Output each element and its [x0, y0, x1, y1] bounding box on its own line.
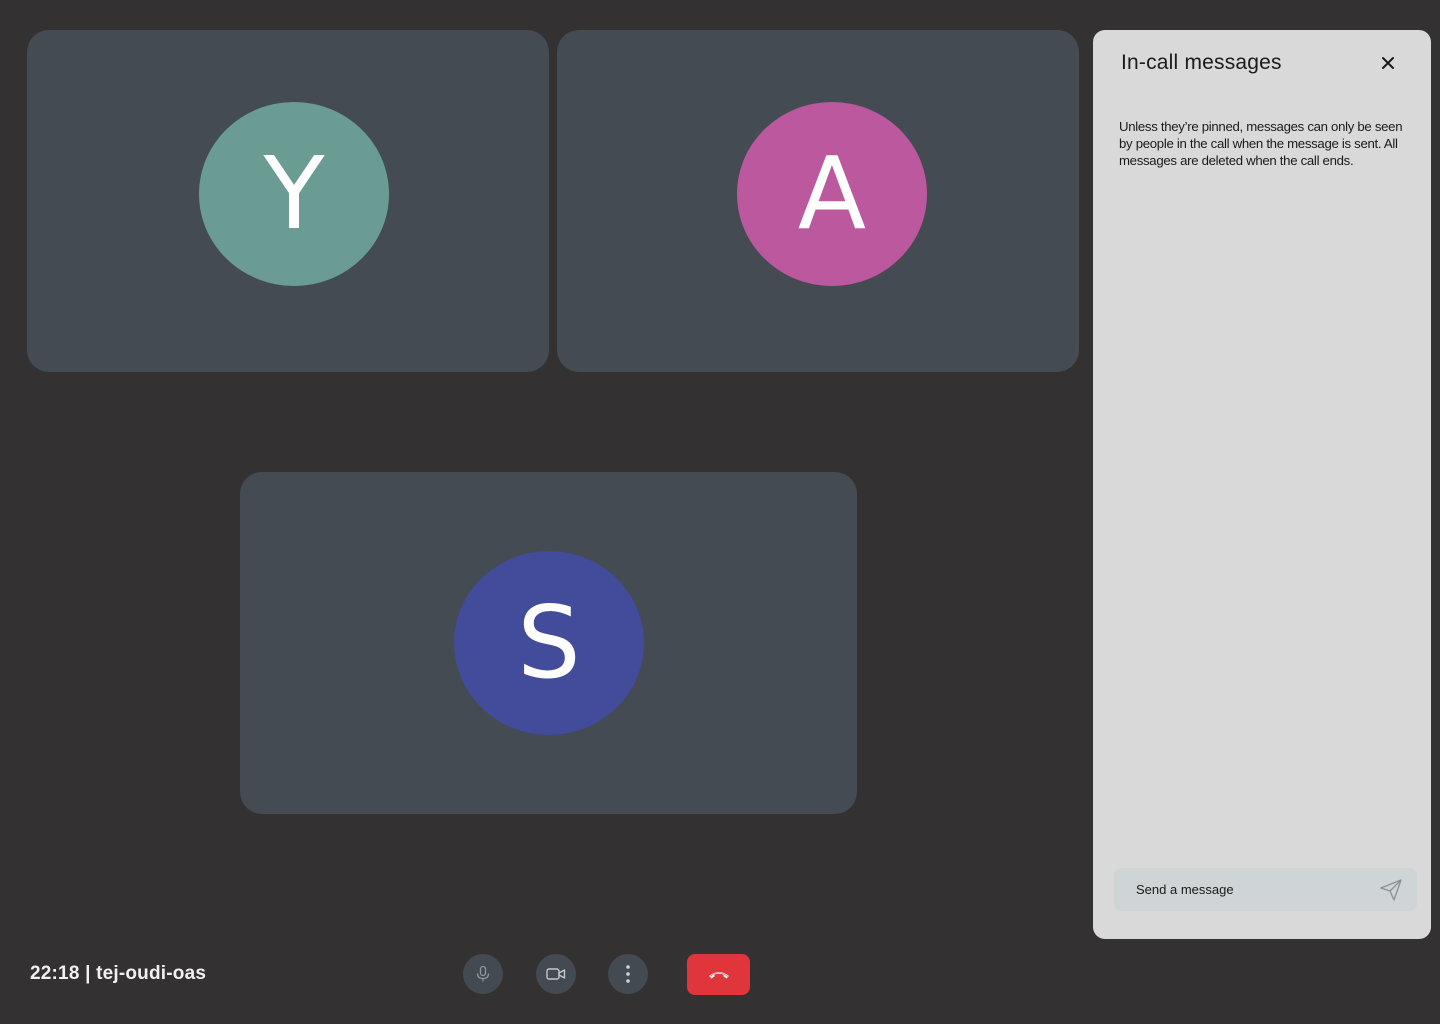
send-icon	[1380, 879, 1402, 901]
avatar-initial: A	[797, 135, 867, 252]
camera-button[interactable]	[536, 954, 576, 994]
participant-avatar-s: S	[454, 551, 644, 735]
participant-avatar-y: Y	[199, 102, 389, 286]
send-button[interactable]	[1378, 877, 1404, 903]
mic-icon	[476, 965, 490, 982]
message-input[interactable]	[1114, 868, 1386, 911]
message-composer	[1114, 868, 1417, 911]
more-options-button[interactable]	[608, 954, 648, 994]
participant-tile-y[interactable]: Y	[27, 30, 549, 372]
avatar-initial: Y	[263, 135, 325, 252]
meeting-time-and-code: 22:18 | tej-oudi-oas	[30, 963, 207, 984]
meeting-stage: Y A S In-call messages Unless they’re pi…	[0, 0, 1440, 1024]
panel-title: In-call messages	[1121, 51, 1282, 74]
close-panel-button[interactable]	[1375, 50, 1401, 76]
camera-icon	[546, 968, 566, 980]
participant-tile-a[interactable]: A	[557, 30, 1079, 372]
end-call-button[interactable]	[687, 954, 750, 995]
close-icon	[1382, 57, 1394, 69]
end-call-icon	[708, 971, 729, 978]
avatar-initial: S	[517, 584, 581, 701]
more-vert-icon	[626, 965, 630, 983]
messages-notice: Unless they’re pinned, messages can only…	[1119, 119, 1403, 168]
in-call-messages-panel: In-call messages Unless they’re pinned, …	[1093, 30, 1431, 939]
participant-tile-s[interactable]: S	[240, 472, 857, 814]
microphone-button[interactable]	[463, 954, 503, 994]
participant-avatar-a: A	[737, 102, 927, 286]
